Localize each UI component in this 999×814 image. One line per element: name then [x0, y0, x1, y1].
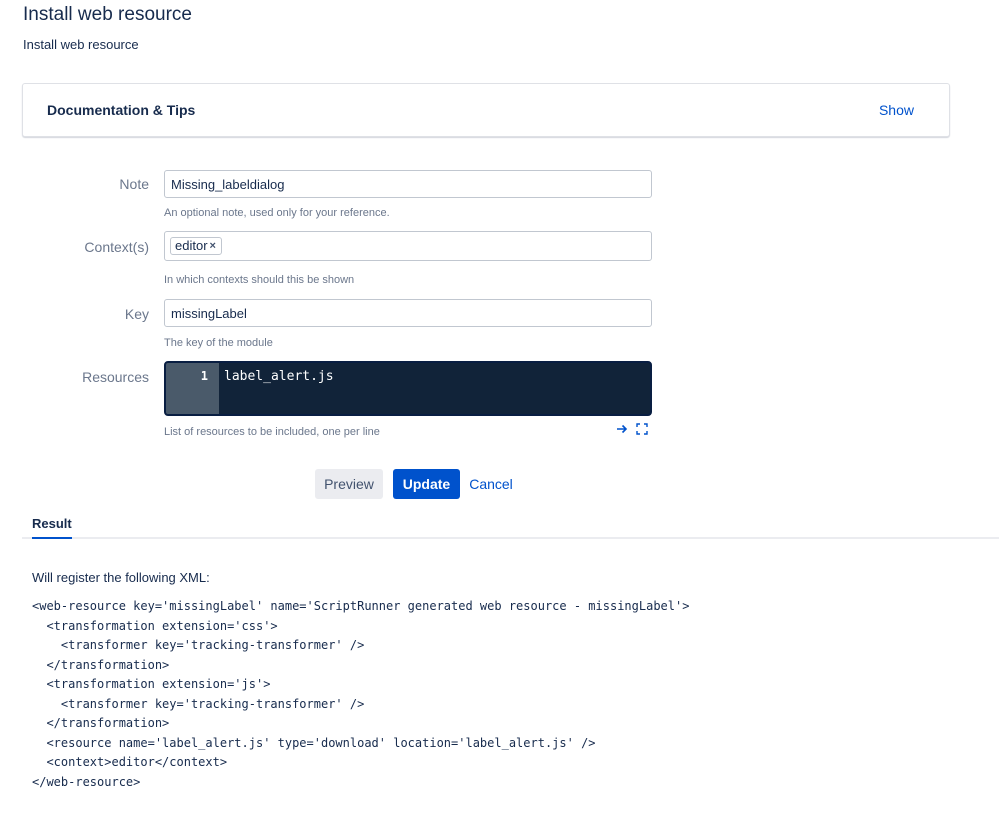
documentation-show-link[interactable]: Show — [879, 102, 914, 118]
code-line[interactable]: label_alert.js — [224, 369, 334, 384]
note-input[interactable] — [164, 170, 652, 198]
xml-line: </transformation> — [32, 657, 170, 672]
fullscreen-icon[interactable] — [636, 423, 648, 438]
update-button[interactable]: Update — [393, 469, 460, 499]
xml-line: <transformer key='tracking-transformer' … — [32, 696, 365, 711]
arrow-right-icon[interactable] — [616, 423, 628, 438]
key-label: Key — [124, 306, 149, 322]
page-title: Install web resource — [23, 4, 192, 25]
preview-button[interactable]: Preview — [315, 469, 383, 499]
result-tabbar: Result — [22, 510, 999, 539]
context-chip-label: editor — [175, 238, 208, 253]
cancel-button[interactable]: Cancel — [466, 469, 516, 499]
result-intro: Will register the following XML: — [32, 570, 210, 585]
xml-line: </transformation> — [32, 716, 170, 730]
line-number: 1 — [200, 369, 208, 383]
contexts-label: Context(s) — [84, 239, 149, 255]
xml-line: </web-resource> — [32, 774, 141, 789]
resources-code-editor[interactable]: 1 label_alert.js — [164, 361, 652, 416]
xml-line: <context>editor</context> — [32, 755, 228, 769]
note-help-text: An optional note, used only for your ref… — [164, 207, 390, 219]
key-input[interactable] — [164, 299, 652, 327]
resources-help-text: List of resources to be included, one pe… — [164, 426, 380, 438]
note-label: Note — [119, 176, 149, 192]
xml-line: <web-resource key='missingLabel' name='S… — [32, 599, 690, 613]
documentation-panel-title: Documentation & Tips — [47, 102, 196, 118]
contexts-help-text: In which contexts should this be shown — [164, 274, 355, 286]
remove-chip-icon[interactable]: × — [210, 238, 216, 254]
editor-gutter: 1 — [166, 363, 219, 414]
tab-result[interactable]: Result — [32, 516, 72, 539]
xml-line: <transformation extension='css'> — [32, 618, 278, 633]
context-chip: editor × — [170, 237, 222, 255]
xml-line: <transformation extension='js'> — [32, 677, 271, 691]
resources-label: Resources — [82, 369, 149, 385]
key-help-text: The key of the module — [164, 337, 273, 349]
xml-output: <web-resource key='missingLabel' name='S… — [32, 597, 689, 792]
documentation-panel: Documentation & Tips Show — [22, 83, 950, 137]
xml-line: <transformer key='tracking-transformer' … — [32, 638, 365, 652]
contexts-multiselect[interactable]: editor × — [164, 231, 652, 261]
page-subtitle: Install web resource — [23, 37, 139, 52]
xml-line: <resource name='label_alert.js' type='do… — [32, 735, 596, 750]
editor-toolbar — [616, 423, 648, 438]
